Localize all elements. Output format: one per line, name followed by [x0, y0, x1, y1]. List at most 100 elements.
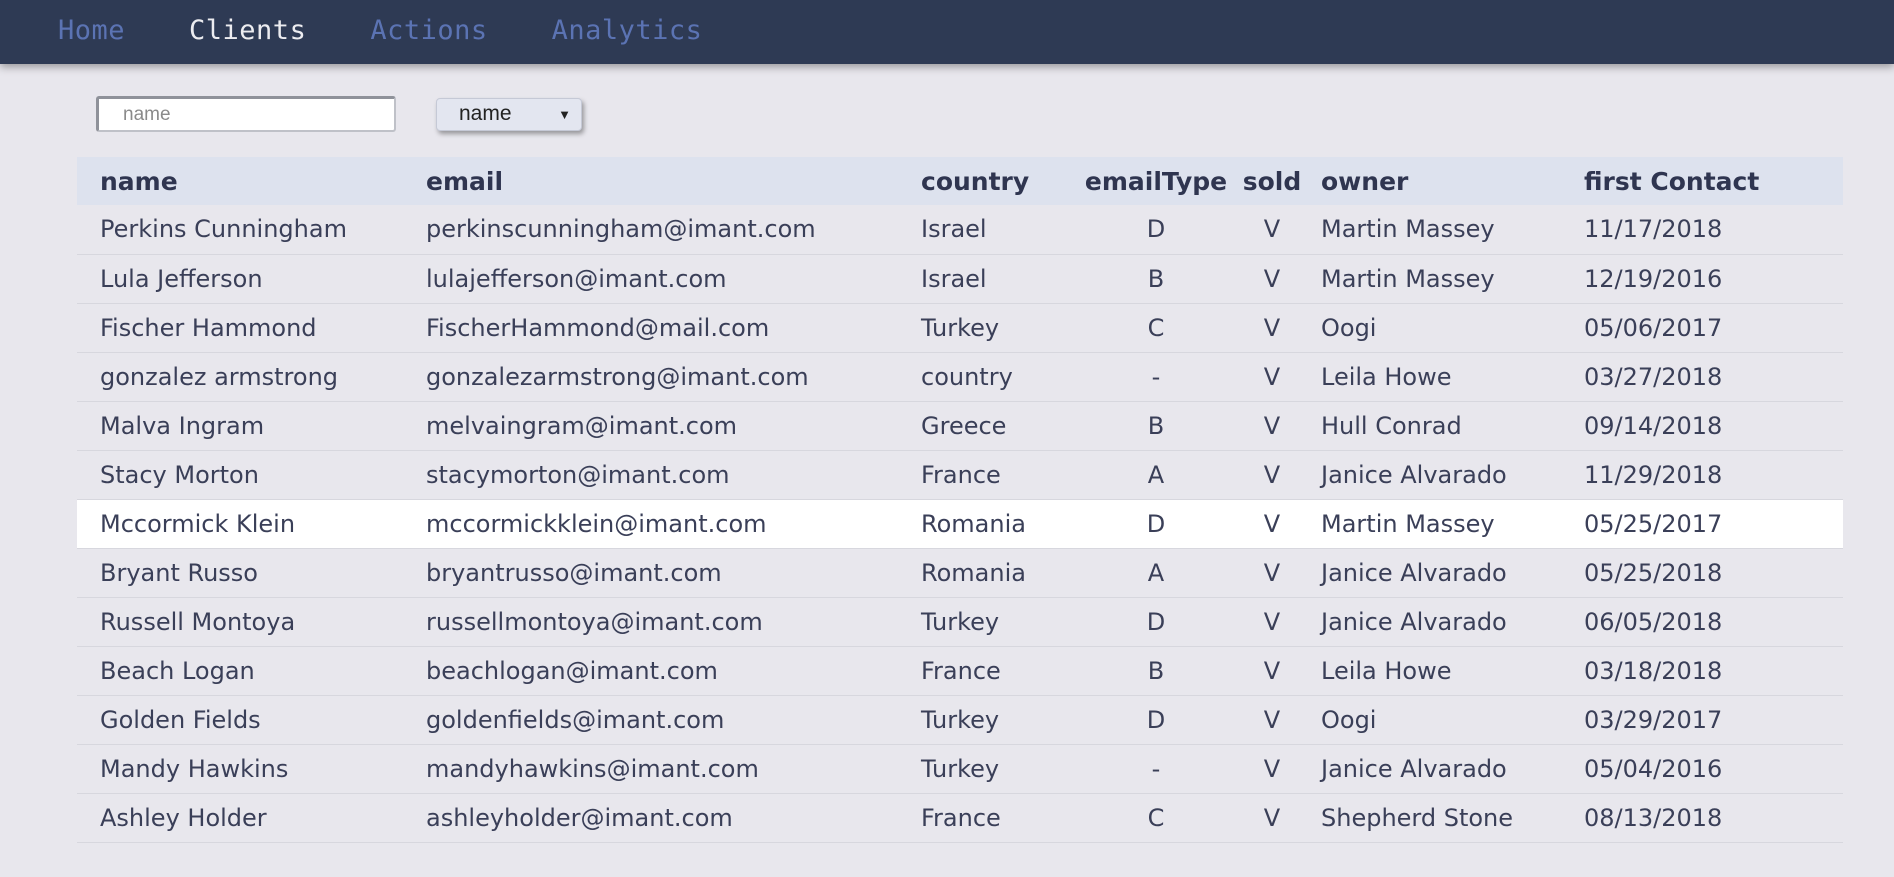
table-row[interactable]: Ashley Holder ashleyholder@imant.com Franc… [77, 793, 1843, 842]
table-row[interactable]: Golden Fields goldenfields@imant.com Turke… [77, 695, 1843, 744]
table-header-row: name email country emailType sold owner … [77, 157, 1843, 205]
cell-email: stacymorton@imant.com [426, 460, 730, 489]
nav-analytics[interactable]: Analytics [552, 15, 703, 46]
cell-first-contact: 05/25/2017 [1584, 509, 1723, 538]
table-row[interactable]: Mandy Hawkins mandyhawkins@imant.com Turke… [77, 744, 1843, 793]
cell-email-type: D [1146, 509, 1166, 538]
column-header-owner[interactable]: owner [1309, 157, 1578, 205]
column-header-name[interactable]: name [77, 157, 426, 205]
cell-first-contact: 09/14/2018 [1584, 411, 1723, 440]
cell-email: lulajefferson@imant.com [426, 264, 727, 293]
cell-name: Lula Jefferson [100, 264, 263, 293]
cell-owner: Martin Massey [1321, 509, 1495, 538]
table-row[interactable]: Fischer Hammond FischerHammond@mail.com Tu… [77, 303, 1843, 352]
cell-country: country [921, 362, 1013, 391]
cell-sold: V [1263, 607, 1281, 636]
nav-home[interactable]: Home [58, 15, 125, 46]
table-row[interactable]: Malva Ingram melvaingram@imant.com Greece B… [77, 401, 1843, 450]
cell-country: France [921, 460, 1001, 489]
search-input[interactable] [96, 96, 396, 132]
column-header-email[interactable]: email [426, 157, 921, 205]
cell-email: russellmontoya@imant.com [426, 607, 763, 636]
cell-owner: Martin Massey [1321, 215, 1495, 244]
table-row[interactable]: Russell Montoya russellmontoya@imant.com T… [77, 597, 1843, 646]
cell-first-contact: 08/13/2018 [1584, 803, 1723, 832]
nav-clients[interactable]: Clients [189, 15, 306, 46]
cell-country: Turkey [921, 705, 1000, 734]
cell-sold: V [1263, 313, 1281, 342]
cell-sold: V [1263, 362, 1281, 391]
cell-sold: V [1263, 803, 1281, 832]
cell-sold: V [1263, 656, 1281, 685]
cell-name: Bryant Russo [100, 558, 258, 587]
cell-first-contact: 03/18/2018 [1584, 656, 1723, 685]
cell-name: Mandy Hawkins [100, 754, 289, 783]
table-row[interactable]: Bryant Russo bryantrusso@imant.com Romania… [77, 548, 1843, 597]
cell-owner: Oogi [1321, 313, 1377, 342]
table-row[interactable]: gonzalez armstrong gonzalezarmstrong@iman… [77, 352, 1843, 401]
cell-email-type: B [1147, 656, 1165, 685]
cell-country: France [921, 803, 1001, 832]
cell-first-contact: 03/27/2018 [1584, 362, 1723, 391]
cell-name: gonzalez armstrong [100, 362, 339, 391]
nav-actions[interactable]: Actions [370, 15, 487, 46]
cell-first-contact: 05/25/2018 [1584, 558, 1723, 587]
column-header-first-contact[interactable]: first Contact [1578, 157, 1843, 205]
cell-owner: Martin Massey [1321, 264, 1495, 293]
column-header-sold[interactable]: sold [1235, 157, 1309, 205]
column-header-email-type[interactable]: emailType [1077, 157, 1235, 205]
table-row[interactable]: Mccormick Klein mccormickklein@imant.com R… [77, 499, 1843, 548]
cell-owner: Janice Alvarado [1321, 460, 1507, 489]
column-header-country[interactable]: country [921, 157, 1077, 205]
cell-name: Fischer Hammond [100, 313, 317, 342]
cell-email: goldenfields@imant.com [426, 705, 725, 734]
cell-sold: V [1263, 705, 1281, 734]
cell-sold: V [1263, 215, 1281, 244]
cell-country: Romania [921, 509, 1026, 538]
cell-email: melvaingram@imant.com [426, 411, 738, 440]
filter-toolbar: name ▼ [96, 96, 582, 132]
cell-name: Beach Logan [100, 656, 255, 685]
top-navbar: Home Clients Actions Analytics [0, 0, 1894, 64]
cell-email: bryantrusso@imant.com [426, 558, 722, 587]
cell-first-contact: 12/19/2016 [1584, 264, 1723, 293]
table-row[interactable]: Lula Jefferson lulajefferson@imant.com Isr… [77, 254, 1843, 303]
cell-name: Mccormick Klein [100, 509, 296, 538]
clients-table: name email country emailType sold owner … [77, 157, 1843, 843]
search-field-select[interactable]: name ▼ [436, 97, 582, 131]
cell-country: Turkey [921, 313, 1000, 342]
cell-owner: Leila Howe [1321, 656, 1452, 685]
search-field-select-value: name [459, 102, 512, 125]
table-row[interactable]: Stacy Morton stacymorton@imant.com France A… [77, 450, 1843, 499]
cell-email: ashleyholder@imant.com [426, 803, 733, 832]
cell-name: Russell Montoya [100, 607, 296, 636]
cell-owner: Janice Alvarado [1321, 607, 1507, 636]
table-row[interactable]: Perkins Cunningham perkinscunningham@iman… [77, 205, 1843, 254]
cell-sold: V [1263, 264, 1281, 293]
cell-first-contact: 03/29/2017 [1584, 705, 1723, 734]
cell-country: Israel [921, 215, 987, 244]
cell-country: Greece [921, 411, 1007, 440]
table-row[interactable]: Beach Logan beachlogan@imant.com France B V L… [77, 646, 1843, 695]
cell-email-type: C [1147, 313, 1165, 342]
cell-country: Turkey [921, 754, 1000, 783]
cell-email-type: A [1147, 558, 1165, 587]
cell-owner: Oogi [1321, 705, 1377, 734]
cell-first-contact: 06/05/2018 [1584, 607, 1723, 636]
cell-email-type: D [1146, 215, 1166, 244]
cell-country: Turkey [921, 607, 1000, 636]
cell-name: Perkins Cunningham [100, 215, 347, 244]
cell-first-contact: 05/06/2017 [1584, 313, 1723, 342]
cell-email: mccormickklein@imant.com [426, 509, 767, 538]
cell-owner: Janice Alvarado [1321, 754, 1507, 783]
cell-name: Stacy Morton [100, 460, 259, 489]
cell-sold: V [1263, 509, 1281, 538]
table-body: Perkins Cunningham perkinscunningham@iman… [77, 205, 1843, 842]
cell-country: Romania [921, 558, 1026, 587]
clients-table-container: name email country emailType sold owner … [77, 157, 1843, 843]
cell-country: Israel [921, 264, 987, 293]
cell-name: Malva Ingram [100, 411, 265, 440]
cell-name: Ashley Holder [100, 803, 267, 832]
cell-email: mandyhawkins@imant.com [426, 754, 759, 783]
cell-first-contact: 11/17/2018 [1584, 215, 1723, 244]
